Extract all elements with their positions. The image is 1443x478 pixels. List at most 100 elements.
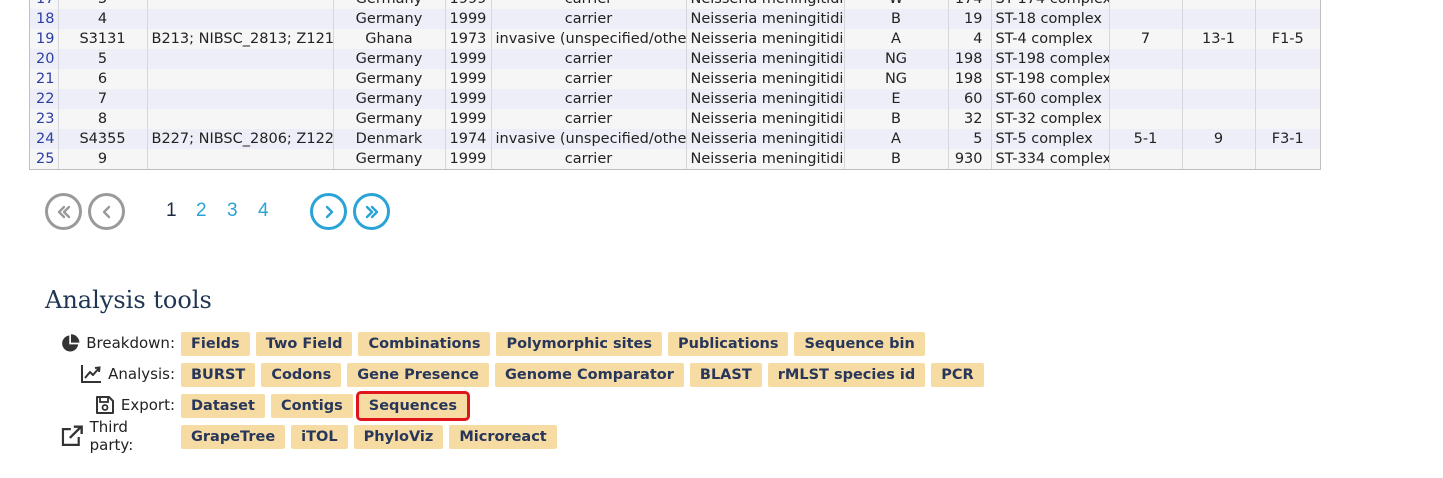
external-link-icon: [61, 425, 83, 446]
cell-st: 198: [948, 69, 992, 89]
tool-rmlst-species-id[interactable]: rMLST species id: [767, 363, 926, 387]
table-row: 21 6 Germany 1999 carrier Neisseria meningiti…: [30, 69, 1320, 89]
cell-country: Germany: [333, 9, 446, 29]
isolate-id-link[interactable]: 17: [36, 0, 54, 7]
cell-species: Neisseria meningitidis: [686, 49, 845, 69]
cell-country: Germany: [333, 49, 446, 69]
results-table: 173Germany1999carrierNeisseria meningiti…: [30, 0, 1320, 169]
tool-two-field[interactable]: Two Field: [255, 332, 353, 356]
cell-fetA-vr: [1255, 49, 1320, 69]
analysis-label: Analysis:: [108, 365, 175, 383]
tool-combinations[interactable]: Combinations: [358, 332, 491, 356]
tool-pcr[interactable]: PCR: [931, 363, 984, 387]
export-label: Export:: [120, 396, 175, 414]
tool-polymorphic-sites[interactable]: Polymorphic sites: [496, 332, 663, 356]
isolate-id-link[interactable]: 18: [36, 11, 54, 27]
cell-porA-vr1: [1109, 89, 1183, 109]
tool-sequences[interactable]: Sequences: [355, 391, 470, 421]
cell-id: 21: [30, 69, 59, 89]
cell-country: Germany: [333, 0, 446, 9]
tool-publications[interactable]: Publications: [668, 332, 789, 356]
cell-clonal-complex: ST-174 complex: [991, 0, 1110, 9]
cell-country: Ghana: [333, 29, 446, 49]
cell-serogroup: B: [844, 9, 949, 29]
results-table-container[interactable]: 173Germany1999carrierNeisseria meningiti…: [29, 0, 1321, 170]
export-tools: Dataset Contigs Sequences: [181, 391, 470, 421]
cell-disease: invasive (unspecified/other): [491, 129, 687, 149]
cell-clonal-complex: ST-334 complex: [991, 149, 1110, 169]
chevron-right-icon: [325, 205, 333, 218]
cell-id: 24: [30, 129, 59, 149]
tool-sequence-bin[interactable]: Sequence bin: [794, 332, 925, 356]
tool-genome-comparator[interactable]: Genome Comparator: [495, 363, 684, 387]
cell-aliases: [147, 69, 334, 89]
tool-microreact[interactable]: Microreact: [449, 425, 557, 449]
tool-burst[interactable]: BURST: [181, 363, 256, 387]
cell-clonal-complex: ST-198 complex: [991, 69, 1110, 89]
cell-aliases: [147, 89, 334, 109]
isolate-id-link[interactable]: 25: [36, 151, 54, 167]
isolate-id-link[interactable]: 20: [36, 51, 54, 67]
isolate-id-link[interactable]: 19: [36, 31, 54, 47]
table-row: 24 S4355 B227; NIBSC_2806; Z1227 Denmark 197…: [30, 129, 1320, 149]
cell-year: 1973: [445, 29, 492, 49]
isolate-id-link[interactable]: 23: [36, 111, 54, 127]
cell-country: Germany: [333, 69, 446, 89]
cell-st: 198: [948, 49, 992, 69]
isolate-id-link[interactable]: 21: [36, 71, 54, 87]
cell-porA-vr2: [1182, 0, 1256, 9]
cell-id: 22: [30, 89, 59, 109]
cell-porA-vr2: [1182, 9, 1256, 29]
cell-year: 1999: [445, 0, 492, 9]
third-party-row-label: Third party:: [60, 418, 175, 454]
cell-id: 20: [30, 49, 59, 69]
cell-st: 32: [948, 109, 992, 129]
cell-country: Germany: [333, 149, 446, 169]
results-table-body: 173Germany1999carrierNeisseria meningiti…: [30, 0, 1320, 169]
isolate-id-link[interactable]: 24: [36, 131, 54, 147]
tool-fields[interactable]: Fields: [181, 332, 250, 356]
page-4-link[interactable]: 4: [258, 200, 269, 222]
cell-porA-vr1: [1109, 0, 1183, 9]
previous-page-button[interactable]: [88, 193, 125, 230]
tool-gene-presence[interactable]: Gene Presence: [347, 363, 490, 387]
analysis-tools: BURST Codons Gene Presence Genome Compar…: [181, 363, 984, 387]
cell-aliases: B213; NIBSC_2813; Z1213: [147, 29, 334, 49]
cell-aliases: [147, 149, 334, 169]
cell-year: 1974: [445, 129, 492, 149]
cell-disease: carrier: [491, 9, 687, 29]
page-3-link[interactable]: 3: [227, 200, 238, 222]
first-page-button[interactable]: [45, 193, 82, 230]
page-2-link[interactable]: 2: [196, 200, 207, 222]
tool-codons[interactable]: Codons: [261, 363, 342, 387]
tool-dataset[interactable]: Dataset: [181, 394, 265, 418]
cell-species: Neisseria meningitidis: [686, 0, 845, 9]
breakdown-row-label: Breakdown:: [60, 330, 175, 356]
cell-isolate: 7: [58, 89, 148, 109]
cell-country: Germany: [333, 109, 446, 129]
tool-itol[interactable]: iTOL: [291, 425, 348, 449]
cell-year: 1999: [445, 149, 492, 169]
cell-porA-vr1: [1109, 9, 1183, 29]
cell-st: 4: [948, 29, 992, 49]
cell-species: Neisseria meningitidis: [686, 69, 845, 89]
cell-fetA-vr: [1255, 9, 1320, 29]
isolate-id-link[interactable]: 22: [36, 91, 54, 107]
cell-st: 930: [948, 149, 992, 169]
tool-grapetree[interactable]: GrapeTree: [181, 425, 286, 449]
last-page-button[interactable]: [353, 193, 390, 230]
cell-fetA-vr: F1-5: [1255, 29, 1320, 49]
tool-contigs[interactable]: Contigs: [270, 394, 353, 418]
cell-disease: invasive (unspecified/other): [491, 29, 687, 49]
cell-id: 18: [30, 9, 59, 29]
cell-aliases: [147, 49, 334, 69]
cell-porA-vr2: [1182, 149, 1256, 169]
next-page-button[interactable]: [310, 193, 347, 230]
tool-phyloviz[interactable]: PhyloViz: [353, 425, 444, 449]
tool-blast[interactable]: BLAST: [689, 363, 762, 387]
cell-porA-vr1: [1109, 49, 1183, 69]
chevron-left-icon: [102, 205, 110, 218]
cell-serogroup: A: [844, 29, 949, 49]
cell-isolate: 6: [58, 69, 148, 89]
cell-year: 1999: [445, 69, 492, 89]
